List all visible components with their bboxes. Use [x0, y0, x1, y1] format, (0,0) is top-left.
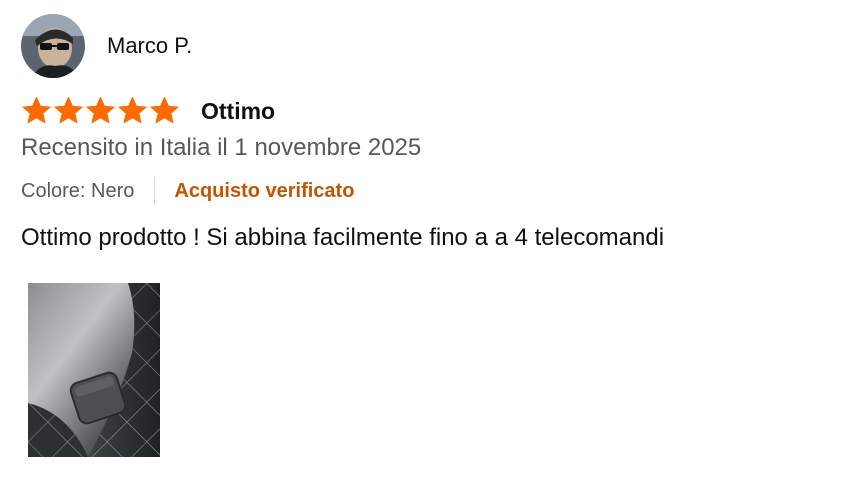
avatar[interactable]	[21, 14, 85, 78]
rating-row: Ottimo	[21, 94, 831, 128]
reviewer-name[interactable]: Marco P.	[107, 33, 192, 59]
star-icon	[53, 96, 84, 126]
review-text: Ottimo prodotto ! Si abbina facilmente f…	[21, 224, 665, 251]
reviewer-profile[interactable]: Marco P.	[21, 14, 831, 78]
product-variant: Colore: Nero	[21, 179, 135, 202]
star-icon	[21, 96, 52, 126]
review-card: Marco P. Ottimo Recensito in Italia il 1…	[21, 14, 831, 255]
star-icon	[117, 96, 148, 126]
verified-purchase-badge: Acquisto verificato	[174, 179, 355, 202]
review-image-thumbnail[interactable]	[28, 283, 160, 457]
star-rating[interactable]	[21, 96, 180, 126]
star-icon	[149, 96, 180, 126]
review-title[interactable]: Ottimo	[201, 98, 275, 125]
star-icon	[85, 96, 116, 126]
meta-divider	[154, 177, 156, 205]
review-date: Recensito in Italia il 1 novembre 2025	[21, 134, 422, 161]
review-meta: Colore: Nero Acquisto verificato	[21, 176, 831, 206]
